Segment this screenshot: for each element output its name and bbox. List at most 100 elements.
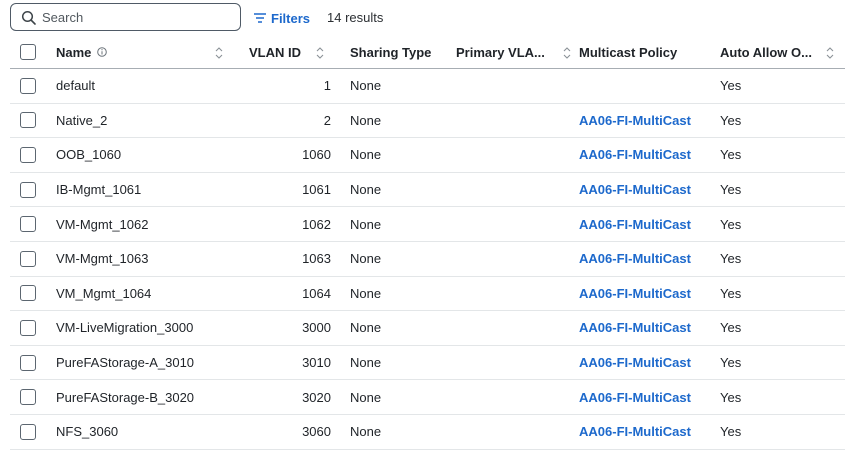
auto-allow: Yes xyxy=(720,355,742,371)
column-header-auto-allow[interactable]: Auto Allow O... xyxy=(720,36,830,68)
sort-icon[interactable] xyxy=(215,47,223,59)
vlan-id: 1063 xyxy=(302,251,331,267)
primary-vlan xyxy=(456,69,576,103)
table-row[interactable]: NFS_3060 3060 None AA06-FI-MultiCast Yes xyxy=(10,415,845,450)
table-row[interactable]: VM-Mgmt_1063 1063 None AA06-FI-MultiCast… xyxy=(10,242,845,277)
filters-button[interactable]: Filters xyxy=(254,9,310,27)
row-checkbox-cell xyxy=(20,380,40,414)
table-row[interactable]: VM-Mgmt_1062 1062 None AA06-FI-MultiCast… xyxy=(10,207,845,242)
primary-vlan xyxy=(456,173,576,207)
vlan-id: 3060 xyxy=(302,424,331,440)
multicast-policy-link[interactable]: AA06-FI-MultiCast xyxy=(579,380,714,414)
vlan-name: VM-Mgmt_1063 xyxy=(56,251,149,267)
multicast-policy-link[interactable]: AA06-FI-MultiCast xyxy=(579,415,714,449)
table-row[interactable]: PureFAStorage-B_3020 3020 None AA06-FI-M… xyxy=(10,380,845,415)
sharing-type: None xyxy=(350,78,382,94)
filters-label: Filters xyxy=(271,10,311,26)
table-body: default 1 None Yes Native_2 2 None AA06-… xyxy=(10,69,845,450)
column-header-multicast-policy[interactable]: Multicast Policy xyxy=(579,36,714,68)
sharing-type: None xyxy=(350,251,382,267)
toolbar: Filters 14 results xyxy=(0,0,845,36)
multicast-policy-link[interactable]: AA06-FI-MultiCast xyxy=(579,104,714,138)
row-checkbox-cell xyxy=(20,277,40,311)
sort-icon[interactable] xyxy=(316,47,324,59)
column-header-sharing-type[interactable]: Sharing Type xyxy=(350,36,450,68)
column-auto-label: Auto Allow O... xyxy=(720,44,812,60)
search-box[interactable] xyxy=(10,3,241,31)
row-checkbox[interactable] xyxy=(20,250,36,267)
primary-vlan xyxy=(456,242,576,276)
row-checkbox[interactable] xyxy=(20,285,36,302)
select-all-checkbox[interactable] xyxy=(20,44,36,60)
row-checkbox[interactable] xyxy=(20,216,36,233)
row-checkbox[interactable] xyxy=(20,77,36,94)
vlan-name: VM_Mgmt_1064 xyxy=(56,285,152,301)
row-checkbox[interactable] xyxy=(20,389,36,406)
auto-allow: Yes xyxy=(720,147,742,163)
auto-allow: Yes xyxy=(720,251,742,267)
auto-allow: Yes xyxy=(720,320,742,336)
row-checkbox[interactable] xyxy=(20,354,36,371)
column-header-name[interactable]: Name xyxy=(56,36,226,68)
multicast-policy-link[interactable]: AA06-FI-MultiCast xyxy=(579,346,714,380)
table-row[interactable]: VM-LiveMigration_3000 3000 None AA06-FI-… xyxy=(10,311,845,346)
primary-vlan xyxy=(456,415,576,449)
row-checkbox[interactable] xyxy=(20,181,36,198)
vlan-id: 3000 xyxy=(302,320,331,336)
primary-vlan xyxy=(456,277,576,311)
row-checkbox[interactable] xyxy=(20,146,36,163)
sort-icon[interactable] xyxy=(826,47,834,59)
vlan-name: IB-Mgmt_1061 xyxy=(56,182,142,198)
column-sharing-label: Sharing Type xyxy=(350,44,432,60)
primary-vlan xyxy=(456,380,576,414)
vlan-id: 1061 xyxy=(302,182,331,198)
sharing-type: None xyxy=(350,285,382,301)
column-vlan-label: VLAN ID xyxy=(249,44,301,60)
multicast-policy-link[interactable]: AA06-FI-MultiCast xyxy=(579,173,714,207)
vlan-id: 1064 xyxy=(302,285,331,301)
sort-icon[interactable] xyxy=(563,47,571,59)
sharing-type: None xyxy=(350,320,382,336)
vlan-id: 1062 xyxy=(302,216,331,232)
multicast-policy-link[interactable]: AA06-FI-MultiCast xyxy=(579,207,714,241)
results-count: 14 results xyxy=(327,10,384,25)
table-row[interactable]: IB-Mgmt_1061 1061 None AA06-FI-MultiCast… xyxy=(10,173,845,208)
row-checkbox[interactable] xyxy=(20,319,36,336)
vlan-name: Native_2 xyxy=(56,112,108,128)
column-header-primary-vlan[interactable]: Primary VLA... xyxy=(456,36,576,68)
multicast-policy-link[interactable]: AA06-FI-MultiCast xyxy=(579,311,714,345)
auto-allow: Yes xyxy=(720,216,742,232)
multicast-policy-link[interactable]: AA06-FI-MultiCast xyxy=(579,277,714,311)
info-icon[interactable] xyxy=(97,47,108,57)
filter-icon xyxy=(254,13,266,23)
row-checkbox-cell xyxy=(20,311,40,345)
auto-allow: Yes xyxy=(720,112,742,128)
table-row[interactable]: default 1 None Yes xyxy=(10,69,845,104)
auto-allow: Yes xyxy=(720,78,742,94)
vlan-name: OOB_1060 xyxy=(56,147,122,163)
table-row[interactable]: VM_Mgmt_1064 1064 None AA06-FI-MultiCast… xyxy=(10,277,845,312)
vlan-table: Name VLAN ID Sharing Type Primary VLA...… xyxy=(10,36,845,450)
multicast-policy-link[interactable]: AA06-FI-MultiCast xyxy=(579,138,714,172)
row-checkbox-cell xyxy=(20,104,40,138)
row-checkbox[interactable] xyxy=(20,423,36,440)
primary-vlan xyxy=(456,138,576,172)
row-checkbox-cell xyxy=(20,242,40,276)
auto-allow: Yes xyxy=(720,389,742,405)
sharing-type: None xyxy=(350,355,382,371)
row-checkbox-cell xyxy=(20,69,40,103)
table-row[interactable]: OOB_1060 1060 None AA06-FI-MultiCast Yes xyxy=(10,138,845,173)
sharing-type: None xyxy=(350,182,382,198)
column-name-label: Name xyxy=(56,44,92,60)
table-row[interactable]: PureFAStorage-A_3010 3010 None AA06-FI-M… xyxy=(10,346,845,381)
multicast-policy-link[interactable] xyxy=(579,69,714,103)
primary-vlan xyxy=(456,207,576,241)
vlan-name: default xyxy=(56,78,96,94)
row-checkbox[interactable] xyxy=(20,112,36,129)
search-input[interactable] xyxy=(42,8,232,26)
multicast-policy-link[interactable]: AA06-FI-MultiCast xyxy=(579,242,714,276)
table-row[interactable]: Native_2 2 None AA06-FI-MultiCast Yes xyxy=(10,104,845,139)
sharing-type: None xyxy=(350,147,382,163)
vlan-id: 1060 xyxy=(302,147,331,163)
vlan-name: PureFAStorage-A_3010 xyxy=(56,355,195,371)
